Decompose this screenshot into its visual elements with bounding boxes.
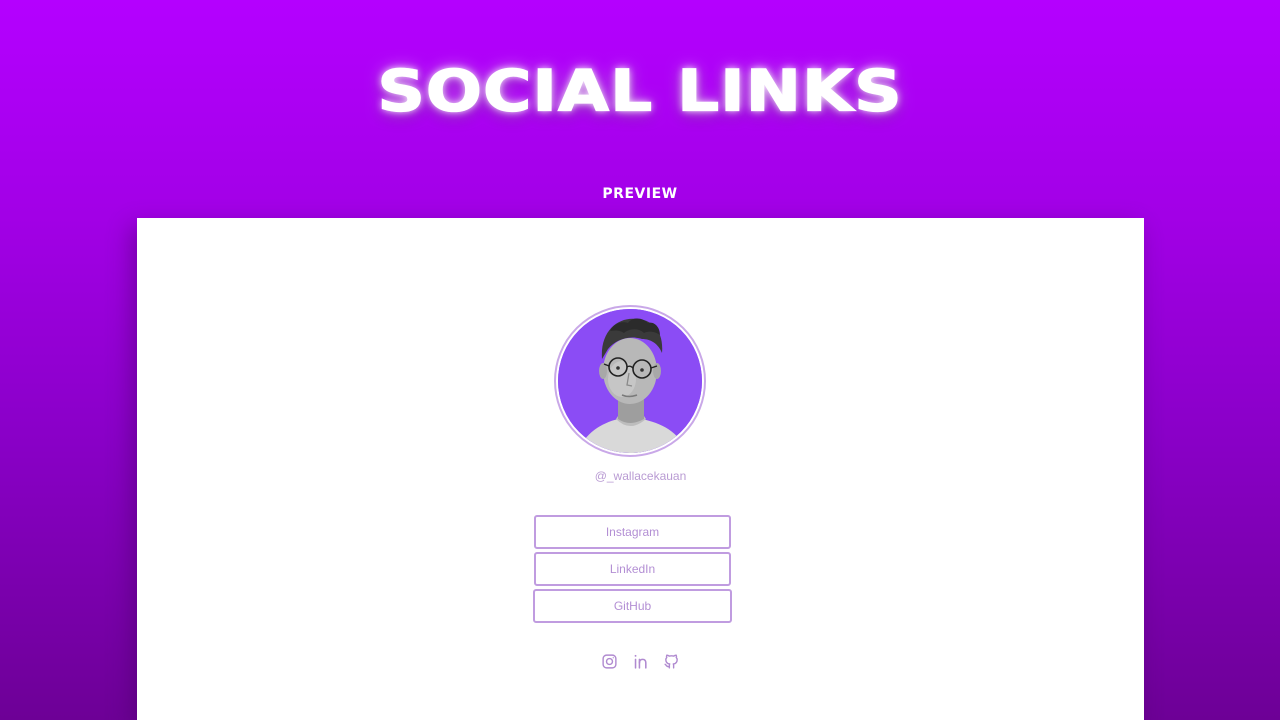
page-title: SOCIAL LINKS bbox=[377, 57, 903, 125]
github-icon[interactable] bbox=[662, 652, 681, 671]
avatar-portrait bbox=[558, 309, 702, 453]
social-icons-row bbox=[137, 652, 1144, 671]
instagram-icon[interactable] bbox=[600, 652, 619, 671]
preview-card: @_wallacekauan Instagram LinkedIn GitHub bbox=[137, 218, 1144, 720]
profile-handle: @_wallacekauan bbox=[594, 469, 687, 483]
avatar bbox=[558, 309, 702, 453]
instagram-link-button[interactable]: Instagram bbox=[534, 515, 731, 549]
preview-label: PREVIEW bbox=[602, 186, 678, 202]
github-link-button[interactable]: GitHub bbox=[533, 589, 732, 623]
linkedin-link-button[interactable]: LinkedIn bbox=[534, 552, 731, 586]
avatar-ring bbox=[554, 305, 706, 457]
linkedin-icon[interactable] bbox=[631, 652, 650, 671]
